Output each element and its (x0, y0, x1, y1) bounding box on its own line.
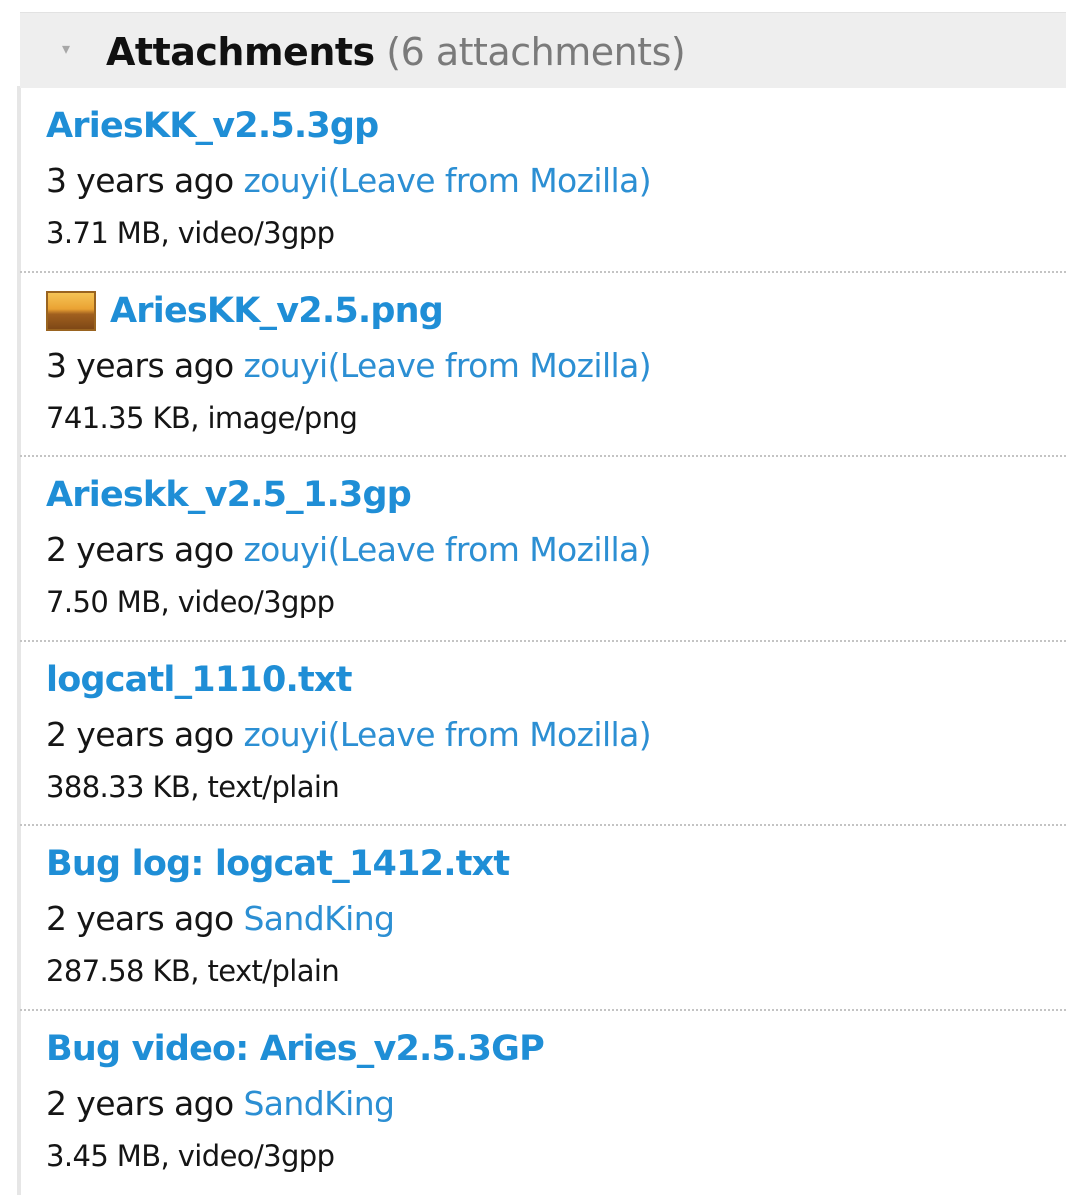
image-thumbnail-icon[interactable] (46, 290, 96, 331)
attachments-heading: Attachments (6 attachments) (106, 29, 686, 75)
attachment-meta: 2 years ago SandKing (46, 896, 395, 942)
attachment-age: 2 years ago (46, 1083, 234, 1123)
attachment-age: 2 years ago (46, 714, 234, 754)
attachment-size-type: 388.33 KB, text/plain (46, 769, 340, 804)
attachment-user-link[interactable]: zouyi(Leave from Mozilla) (243, 715, 651, 754)
attachment-link[interactable]: AriesKK_v2.5.png (110, 287, 444, 335)
attachment-user-link[interactable]: zouyi(Leave from Mozilla) (243, 161, 651, 200)
attachment-item: AriesKK_v2.5.png 3 years ago zouyi(Leave… (20, 273, 1066, 457)
attachment-user-link[interactable]: zouyi(Leave from Mozilla) (243, 530, 651, 569)
attachment-item: logcatl_1110.txt 2 years ago zouyi(Leave… (20, 642, 1066, 826)
attachment-age: 2 years ago (46, 530, 234, 569)
attachment-size-type: 287.58 KB, text/plain (46, 954, 340, 988)
attachment-age: 3 years ago (46, 345, 234, 385)
attachment-name-row: Bug log: logcat_1412.txt (46, 840, 510, 888)
attachment-size-type: 3.45 MB, video/3gpp (46, 1138, 335, 1173)
attachment-link[interactable]: Bug log: logcat_1412.txt (46, 840, 510, 888)
attachment-link[interactable]: logcatl_1110.txt (46, 656, 352, 704)
attachment-item: AriesKK_v2.5.3gp 3 years ago zouyi(Leave… (20, 88, 1066, 273)
attachments-panel: ▾ Attachments (6 attachments) AriesKK_v2… (0, 0, 1066, 1195)
attachment-name-row: Bug video: Aries_v2.5.3GP (46, 1025, 545, 1073)
attachment-name-row: Arieskk_v2.5_1.3gp (46, 471, 412, 519)
attachment-item: Arieskk_v2.5_1.3gp 2 years ago zouyi(Lea… (20, 457, 1066, 642)
attachments-count: (6 attachments) (386, 30, 686, 74)
attachment-item: Bug video: Aries_v2.5.3GP 2 years ago Sa… (20, 1011, 1066, 1195)
attachments-header[interactable]: ▾ Attachments (6 attachments) (20, 12, 1066, 88)
attachment-meta: 3 years ago zouyi(Leave from Mozilla) (46, 158, 652, 204)
attachments-list: AriesKK_v2.5.3gp 3 years ago zouyi(Leave… (20, 88, 1066, 1195)
attachment-user-link[interactable]: zouyi(Leave from Mozilla) (243, 346, 651, 385)
attachments-title: Attachments (106, 30, 375, 74)
attachment-link[interactable]: Arieskk_v2.5_1.3gp (46, 471, 412, 519)
attachment-link[interactable]: AriesKK_v2.5.3gp (46, 102, 379, 150)
attachment-item: Bug log: logcat_1412.txt 2 years ago San… (20, 826, 1066, 1011)
attachment-user-link[interactable]: SandKing (243, 1084, 395, 1123)
attachment-meta: 2 years ago SandKing (46, 1081, 395, 1127)
attachment-name-row: logcatl_1110.txt (46, 656, 352, 704)
attachment-user-link[interactable]: SandKing (243, 899, 395, 938)
attachment-size-type: 741.35 KB, image/png (46, 400, 358, 435)
attachment-size-type: 7.50 MB, video/3gpp (46, 585, 335, 619)
attachment-name-row: AriesKK_v2.5.3gp (46, 102, 379, 150)
attachment-size-type: 3.71 MB, video/3gpp (46, 216, 335, 250)
attachment-link[interactable]: Bug video: Aries_v2.5.3GP (46, 1025, 545, 1073)
collapse-triangle-icon[interactable]: ▾ (62, 41, 70, 57)
attachment-age: 3 years ago (46, 161, 234, 200)
attachment-meta: 2 years ago zouyi(Leave from Mozilla) (46, 527, 652, 573)
attachment-meta: 3 years ago zouyi(Leave from Mozilla) (46, 343, 652, 389)
attachment-meta: 2 years ago zouyi(Leave from Mozilla) (46, 712, 652, 758)
attachment-name-row: AriesKK_v2.5.png (46, 287, 444, 335)
attachment-age: 2 years ago (46, 899, 234, 938)
